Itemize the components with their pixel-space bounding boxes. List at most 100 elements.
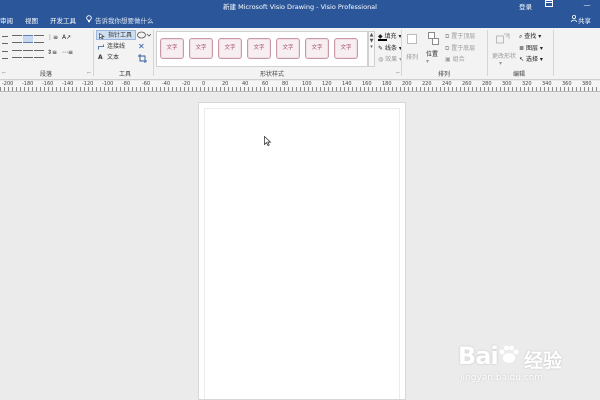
align-top-right-icon[interactable] <box>34 35 44 43</box>
paw-logo-icon <box>499 345 519 363</box>
gallery-scroll[interactable]: ▲ ▼ ▾ <box>368 31 375 67</box>
login-link[interactable]: 登录 <box>519 1 532 11</box>
baidu-watermark: Bai 经验 jingyan.baidu.com <box>458 340 588 390</box>
tab-review[interactable]: 审阅 <box>0 15 13 25</box>
line-label: 线条 <box>384 45 397 52</box>
position-icon-back <box>432 38 439 45</box>
align-icon[interactable] <box>407 34 417 44</box>
text-direction-icon[interactable]: A↗ <box>62 34 71 41</box>
text-tool-label: 文本 <box>107 54 120 61</box>
title-bar: 新建 Microsoft Visio Drawing - Visio Profe… <box>0 0 600 11</box>
pointer-tool-button[interactable]: 指针工具 <box>96 30 136 40</box>
tell-me-input[interactable]: 告诉我你想要做什么 <box>95 15 154 25</box>
fill-color-bar <box>378 39 387 41</box>
ruler-ticks <box>0 87 600 91</box>
watermark-url: jingyan.baidu.com <box>460 373 544 383</box>
ribbon-tab-row: 审阅 视图 开发工具 告诉我你想要做什么 共享 <box>0 11 600 28</box>
effect-icon: ◍ <box>378 56 384 63</box>
bring-front-button[interactable]: ⧉ 置于顶层 <box>445 31 475 41</box>
shape-style-item[interactable]: 文字 <box>189 38 213 59</box>
shape-style-item[interactable]: 文字 <box>276 38 300 59</box>
bullets-icon[interactable]: ⋮≡ <box>47 34 58 41</box>
page-margin <box>204 108 400 399</box>
ribbon: ⋮≡ A↗ ⇕≡ ⋯≡ 段落 ⌐ ⌐ 指针工具 连接线 A 文本 ✕ 工具 文字… <box>0 28 600 80</box>
shape-style-item[interactable]: 文字 <box>247 38 271 59</box>
outdent-icon[interactable] <box>2 51 8 59</box>
ellipse-icon[interactable] <box>137 31 151 39</box>
select-label: 选择 <box>525 56 538 63</box>
minimize-icon[interactable]: — <box>580 0 594 11</box>
arrange-group-label: 排列 <box>438 71 451 78</box>
group-button[interactable]: ▣ 组合 <box>445 54 465 63</box>
tools-group-label: 工具 <box>119 71 132 78</box>
paragraph-launcher-icon[interactable]: ⌐ <box>87 70 91 76</box>
ribbon-display-icon[interactable] <box>542 0 556 11</box>
horizontal-ruler[interactable]: -200 -180 -160 -140 -120 -100 -80 -60 -40 -20 0 20 4… <box>0 81 600 92</box>
layers-icon: ≣ <box>519 45 525 52</box>
line-spacing-icon[interactable]: ⇕≡ <box>47 49 57 56</box>
shape-style-item[interactable]: 文字 <box>160 38 184 59</box>
drawing-page[interactable] <box>198 102 406 400</box>
align-left-icon[interactable] <box>12 50 22 58</box>
align-top-left-icon[interactable] <box>12 35 22 43</box>
group-label: 组合 <box>452 56 465 63</box>
tab-view[interactable]: 视图 <box>25 15 38 25</box>
connector-button[interactable]: 连接线 <box>96 42 136 52</box>
send-back-icon: ⧉ <box>445 45 450 52</box>
group-separator <box>153 30 154 76</box>
window-title: 新建 Microsoft Visio Drawing - Visio Profe… <box>223 3 377 11</box>
gallery-more-icon[interactable]: ▾ <box>369 44 374 50</box>
shape-styles-gallery[interactable]: 文字 文字 文字 文字 文字 文字 文字 <box>156 31 368 67</box>
change-shape-icon[interactable] <box>496 33 510 45</box>
user-icon <box>571 14 577 24</box>
effect-button[interactable]: ◍ 效果 ▾ <box>378 54 402 63</box>
close-icon[interactable]: ✕ <box>138 42 145 51</box>
tab-developer[interactable]: 开发工具 <box>50 15 76 25</box>
change-shape-dropdown-icon[interactable]: ▾ <box>499 60 502 67</box>
group-separator <box>553 30 554 76</box>
group-separator <box>93 30 94 76</box>
select-icon: ↖ <box>519 56 525 63</box>
lightbulb-icon <box>86 15 92 25</box>
shape-style-item[interactable]: 文字 <box>334 38 358 59</box>
shape-styles-launcher-icon[interactable]: ⌐ <box>396 70 400 76</box>
crop-icon[interactable] <box>138 54 147 63</box>
watermark-brand: Bai <box>458 342 499 370</box>
text-a-icon: A <box>98 54 103 61</box>
shape-style-item[interactable]: 文字 <box>305 38 329 59</box>
share-button[interactable]: 共享 <box>578 15 591 25</box>
paragraph-group-label: 段落 <box>40 71 53 78</box>
indent-icon[interactable] <box>2 36 8 44</box>
align-center-icon[interactable] <box>23 50 33 58</box>
align-top-center-icon[interactable] <box>23 35 33 43</box>
pointer-tool-label: 指针工具 <box>108 32 133 39</box>
line-button[interactable]: ✎ 线条 ▾ <box>378 43 402 52</box>
position-dropdown-icon[interactable]: ▾ <box>426 58 429 65</box>
connector-icon <box>98 44 104 50</box>
search-icon: ⌕ <box>519 33 523 40</box>
find-button[interactable]: ⌕ 查找 ▾ <box>519 31 541 41</box>
bring-front-icon: ⧉ <box>445 33 450 40</box>
shape-style-item[interactable]: 文字 <box>218 38 242 59</box>
align-button[interactable]: 排列 <box>406 52 418 61</box>
change-shape-button[interactable]: 更改形状 <box>492 51 516 60</box>
group-separator <box>401 30 402 76</box>
font-launcher-icon[interactable]: ⌐ <box>2 70 6 76</box>
effect-label: 效果 <box>385 56 398 63</box>
distribute-icon[interactable]: ⋯≡ <box>62 49 73 56</box>
line-icon: ✎ <box>378 45 384 52</box>
group-icon: ▣ <box>445 56 451 63</box>
align-right-icon[interactable] <box>34 50 44 58</box>
watermark-cn: 经验 <box>524 350 563 372</box>
mouse-cursor-icon <box>264 136 272 146</box>
group-separator <box>487 30 488 76</box>
layers-label: 图层 <box>525 45 538 52</box>
text-tool-button[interactable]: A 文本 <box>96 53 136 63</box>
position-button[interactable]: 位置 <box>426 49 438 58</box>
edit-group-label: 编辑 <box>513 71 526 78</box>
connector-label: 连接线 <box>107 43 126 50</box>
send-back-label: 置于底层 <box>451 45 476 52</box>
layers-button[interactable]: ≣ 图层 ▾ <box>519 43 543 52</box>
send-back-button[interactable]: ⧉ 置于底层 <box>445 43 475 53</box>
select-button[interactable]: ↖ 选择 ▾ <box>519 54 543 63</box>
